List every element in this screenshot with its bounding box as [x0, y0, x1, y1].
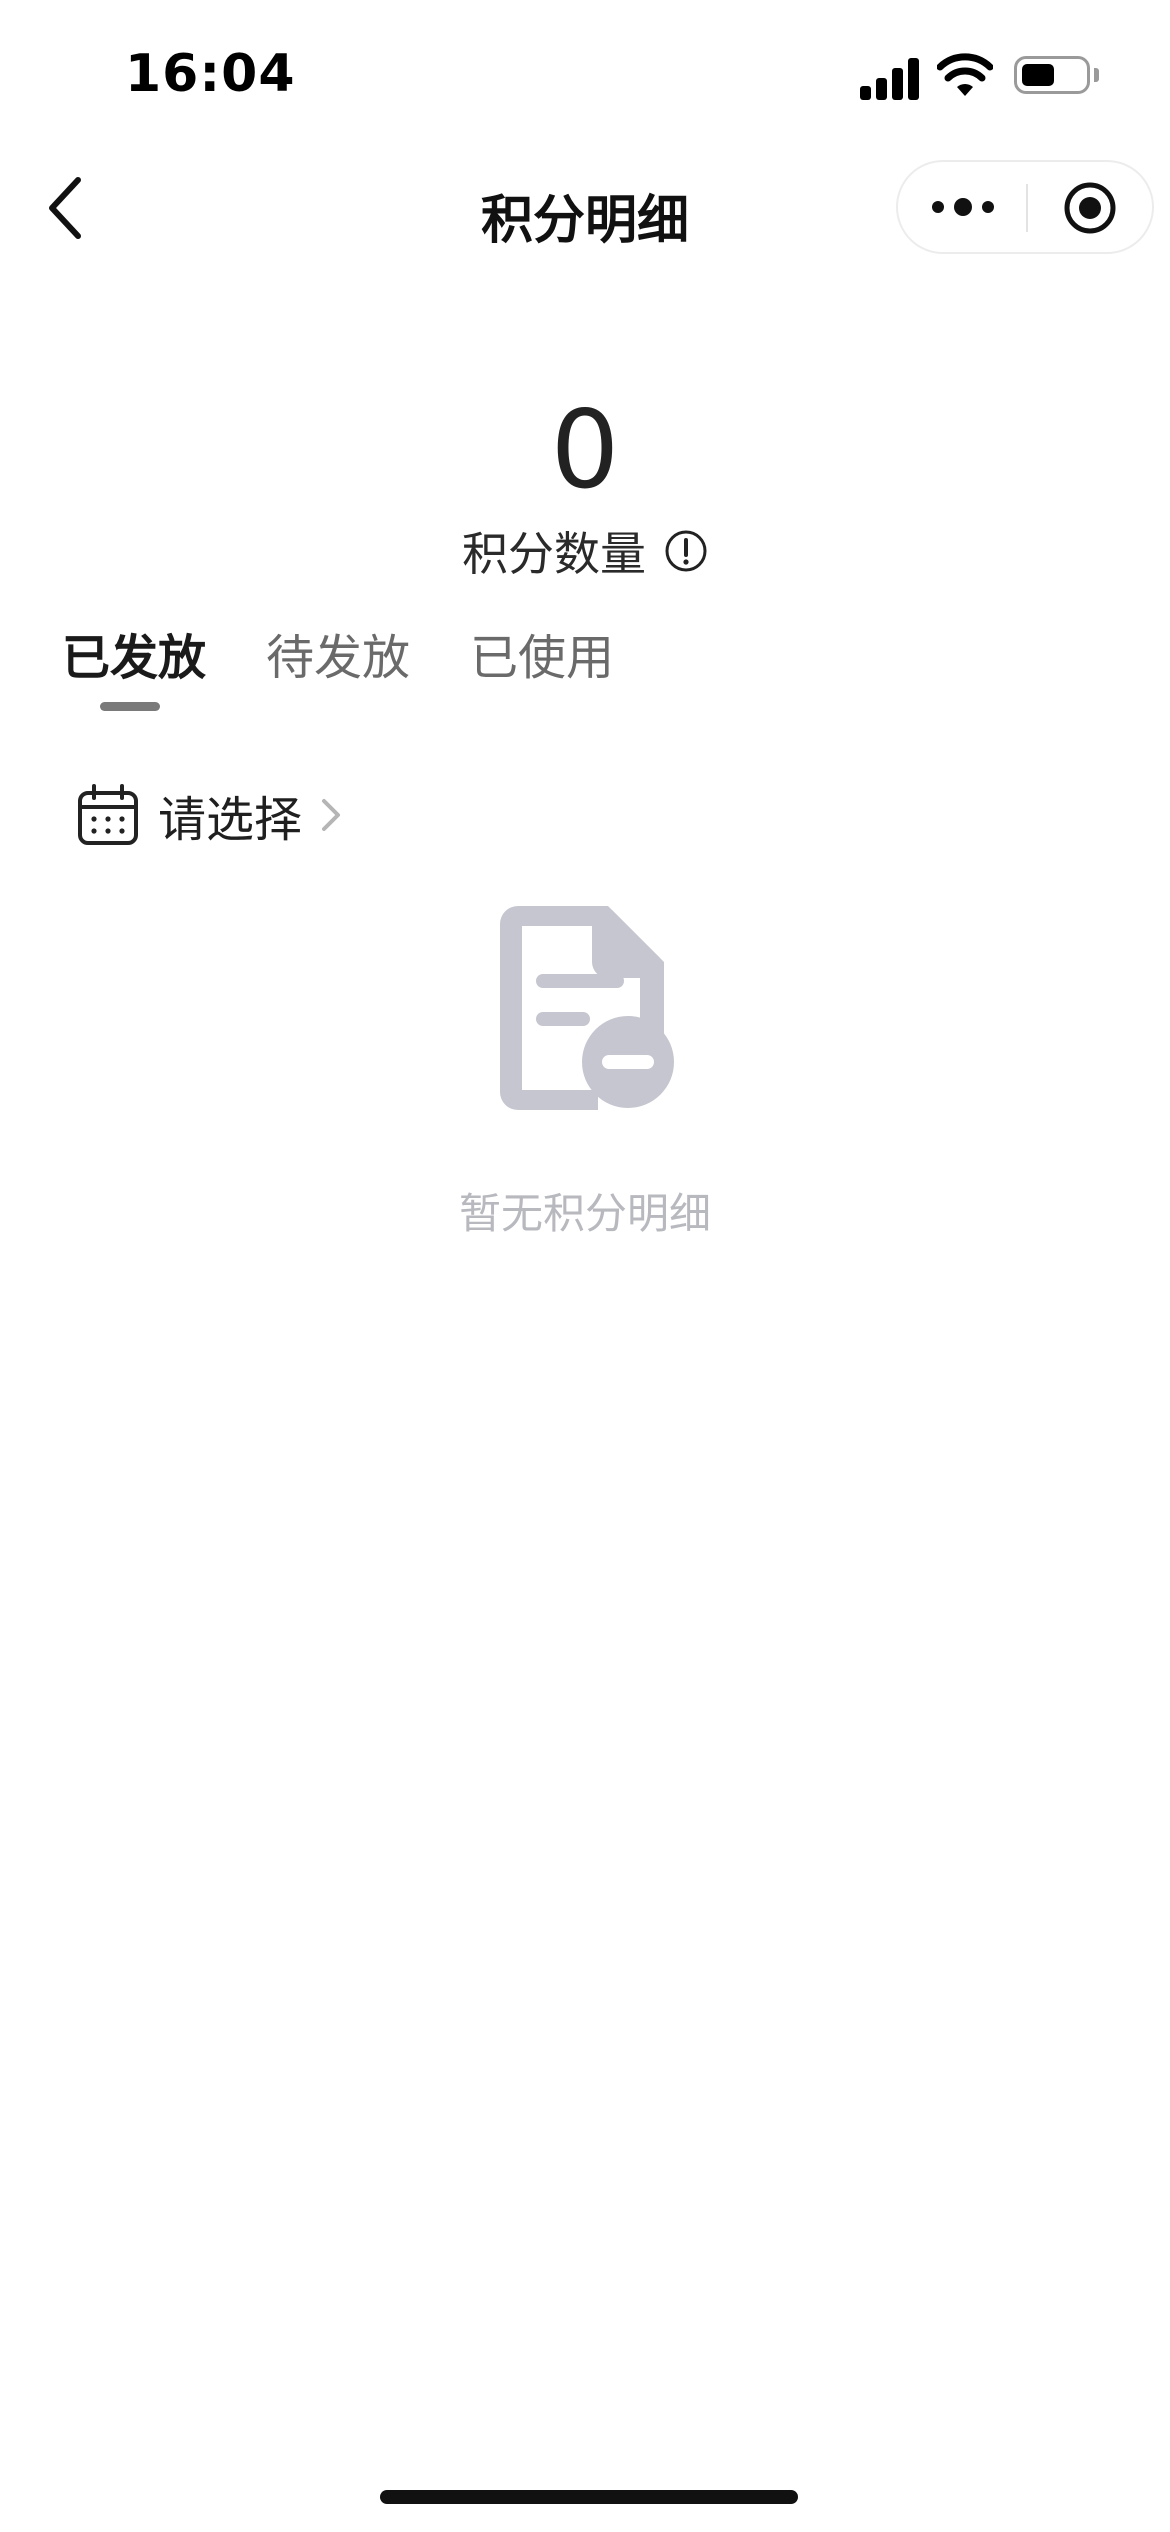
tab-pending[interactable]: 待发放 — [266, 618, 410, 688]
points-detail-page: 16:04 积分明细 0 积分数量 已发放 待发放 已使用 请选择 暂无积分明细 — [0, 0, 1170, 2532]
target-icon[interactable] — [1062, 180, 1118, 236]
chevron-right-icon — [322, 799, 341, 831]
cellular-signal-icon — [860, 56, 920, 100]
date-filter-picker[interactable]: 请选择 — [76, 780, 346, 850]
points-label-row: 积分数量 — [0, 518, 1170, 584]
empty-state-text: 暂无积分明细 — [458, 1189, 711, 1238]
info-circle-icon[interactable] — [664, 529, 708, 573]
home-indicator[interactable] — [380, 2490, 798, 2504]
tab-used[interactable]: 已使用 — [470, 618, 614, 688]
status-time: 16:04 — [125, 44, 296, 104]
points-label: 积分数量 — [462, 527, 646, 581]
wifi-icon — [937, 53, 993, 96]
active-tab-indicator — [100, 702, 160, 711]
points-value: 0 — [550, 388, 620, 513]
mini-program-capsule — [896, 160, 1154, 254]
battery-cap — [1094, 68, 1099, 82]
tab-issued[interactable]: 已发放 — [62, 618, 206, 688]
battery-icon — [1014, 56, 1090, 94]
more-dots-icon[interactable] — [928, 192, 998, 222]
battery-level — [1022, 64, 1054, 86]
calendar-icon — [78, 784, 138, 845]
date-filter-label: 请选择 — [158, 792, 303, 848]
document-minus-icon — [500, 906, 674, 1110]
capsule-divider — [1026, 184, 1028, 232]
